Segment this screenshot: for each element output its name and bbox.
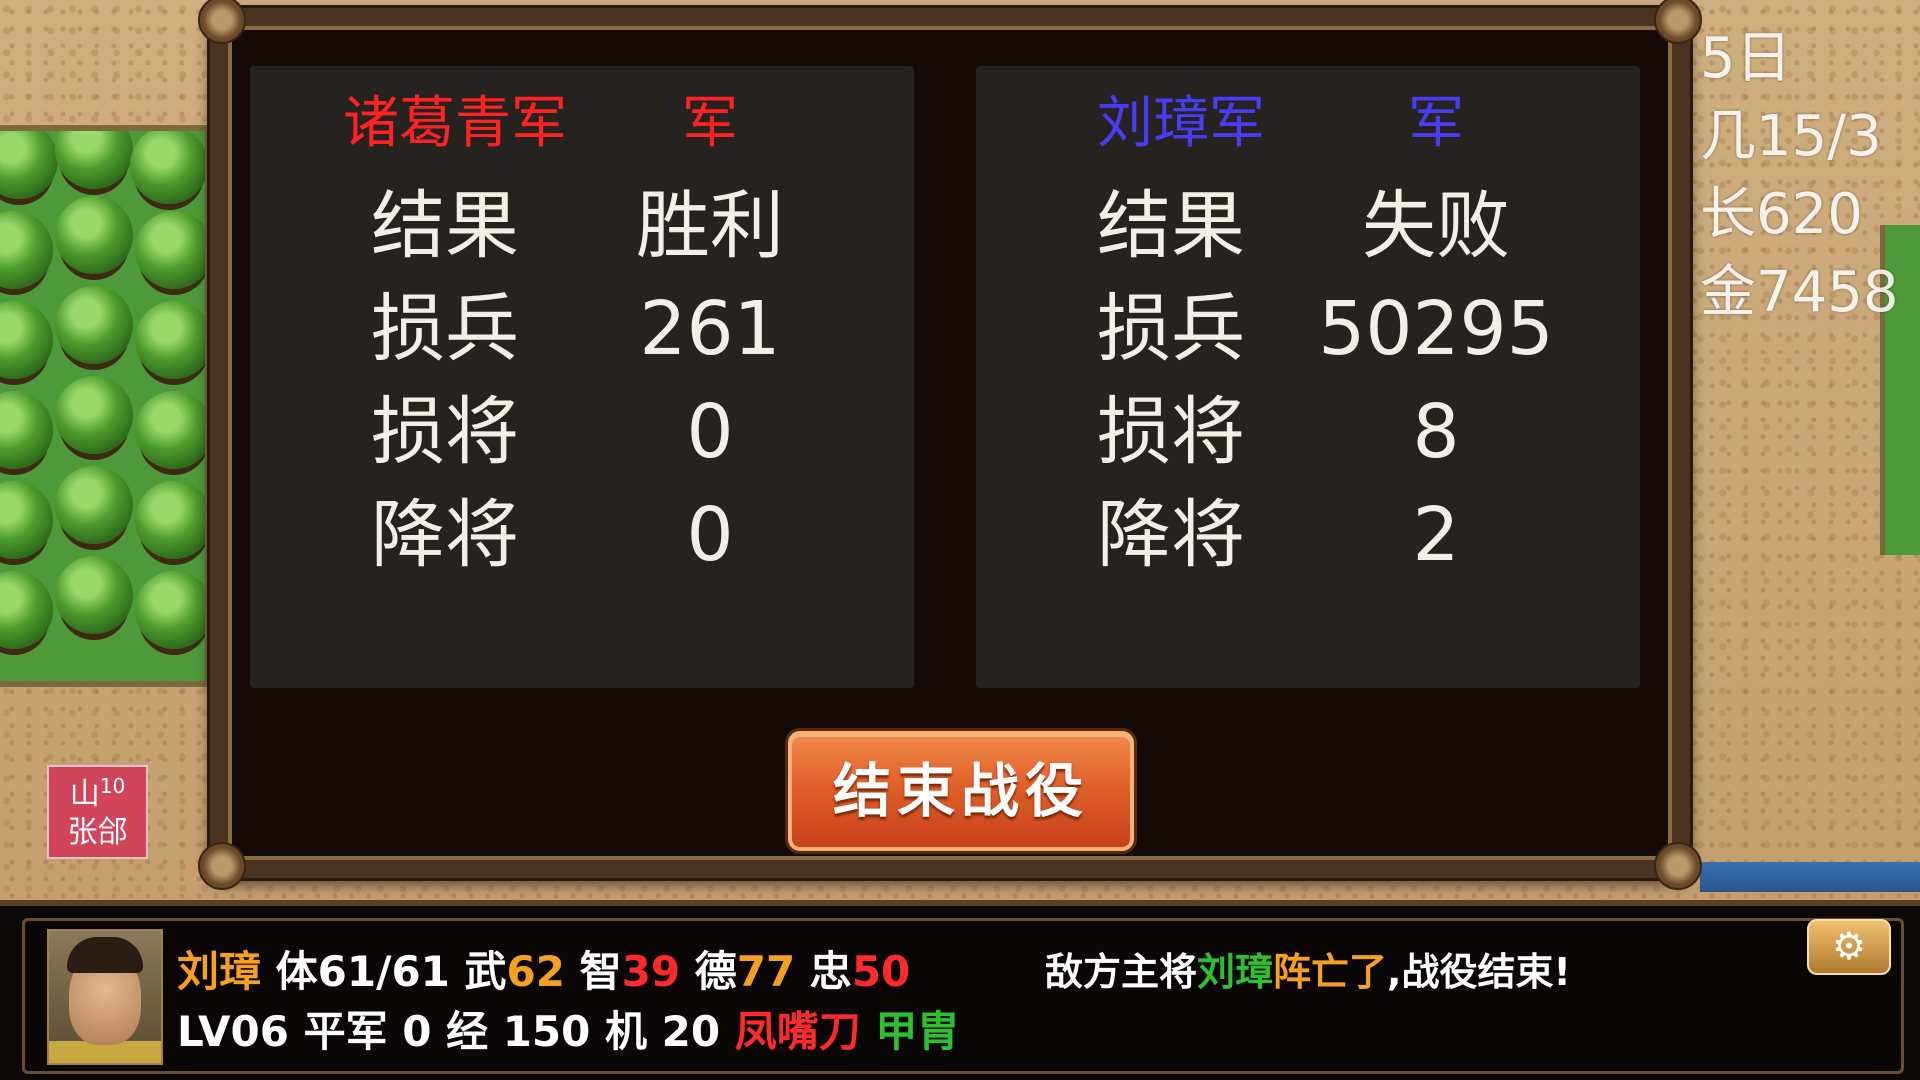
- side-info-line: 长620: [1700, 182, 1863, 247]
- player-army-result-panel: 诸葛青军 军 结果 胜利 损兵 261 损将 0 降将 0: [250, 66, 914, 688]
- army-name: 诸葛青军: [343, 91, 567, 156]
- tree-icon: [130, 131, 205, 204]
- stat-value: 失败: [1362, 183, 1510, 269]
- exp-value: 150: [502, 1007, 591, 1056]
- settings-button[interactable]: ⚙: [1807, 919, 1891, 975]
- stat-value: 50295: [1318, 286, 1554, 372]
- stat-value: 胜利: [636, 183, 784, 269]
- loyalty-value: 50: [851, 947, 911, 996]
- tree-icon: [55, 196, 133, 274]
- tree-icon: [135, 571, 205, 649]
- stat-row-result: 结果 失败: [976, 171, 1640, 281]
- mobility-value: 20: [661, 1007, 721, 1056]
- stat-row-result: 结果 胜利: [250, 171, 914, 281]
- gear-icon: ⚙: [1831, 924, 1867, 968]
- end-battle-button[interactable]: 结束战役: [788, 731, 1134, 851]
- general-details-line: LV06 平军 0 经 150 机 20 凤嘴刀 甲胄: [177, 1003, 959, 1061]
- tree-icon: [0, 301, 53, 379]
- enemy-army-result-panel: 刘璋军 军 结果 失败 损兵 50295 损将 8 降将 2: [976, 66, 1640, 688]
- message-prefix: 敌方主将: [1045, 950, 1198, 994]
- unit-marker[interactable]: 山10 张郃: [47, 765, 148, 859]
- army-header: 诸葛青军 军: [250, 84, 914, 164]
- stat-row-generals-surrendered: 降将 2: [976, 480, 1640, 590]
- troop-value: 0: [402, 1007, 432, 1056]
- tree-icon: [55, 376, 133, 454]
- message-suffix: ,战役结束!: [1387, 950, 1571, 994]
- loyalty-label: 忠: [809, 947, 852, 996]
- weapon-name: 凤嘴刀: [734, 1007, 861, 1056]
- tree-icon: [55, 286, 133, 364]
- war-value: 62: [506, 947, 565, 996]
- message-general-name: 刘璋: [1197, 950, 1274, 994]
- message-event: 阵亡了: [1273, 950, 1388, 994]
- virtue-value: 77: [736, 947, 796, 996]
- stat-label: 结果: [371, 183, 519, 269]
- frame-corner-ornament: [1654, 842, 1702, 890]
- general-stats-line: 刘璋 体61/61 武62 智39 德77 忠50: [177, 943, 910, 1001]
- stat-label: 损兵: [1097, 286, 1245, 372]
- tree-icon: [55, 131, 133, 189]
- hp-label: 体: [275, 947, 318, 996]
- terrain-label: 山: [69, 777, 100, 812]
- stat-row-generals-surrendered: 降将 0: [250, 480, 914, 590]
- unit-name: 张郃: [67, 815, 128, 850]
- unit-level: 10: [99, 774, 126, 798]
- int-label: 智: [579, 947, 622, 996]
- stat-value: 8: [1412, 389, 1460, 475]
- side-info-panel: 5日 几15/3 长620 金7458: [1700, 20, 1900, 332]
- stat-value: 2: [1412, 492, 1460, 578]
- status-panel: 刘璋 体61/61 武62 智39 德77 忠50 LV06 平军 0 经 15…: [22, 918, 1904, 1074]
- tree-icon: [0, 131, 58, 199]
- general-name: 刘璋: [177, 947, 262, 996]
- tree-icon: [135, 211, 205, 289]
- stat-row-generals-lost: 损将 8: [976, 377, 1640, 487]
- tree-icon: [0, 571, 53, 649]
- general-portrait[interactable]: [47, 929, 163, 1065]
- tree-icon: [0, 391, 53, 469]
- hp-value: 61/61: [317, 947, 450, 996]
- int-value: 39: [621, 947, 681, 996]
- stat-label: 结果: [1097, 183, 1245, 269]
- mobility-label: 机: [605, 1007, 648, 1056]
- stat-label: 降将: [1097, 492, 1245, 578]
- date-text: 5日: [1700, 26, 1792, 91]
- tree-icon: [55, 556, 133, 634]
- virtue-label: 德: [694, 947, 737, 996]
- stat-row-troops-lost: 损兵 50295: [976, 274, 1640, 384]
- stat-label: 损将: [1097, 389, 1245, 475]
- stat-label: 降将: [371, 492, 519, 578]
- side-info-line: 几15/3: [1700, 104, 1882, 169]
- battle-message: 敌方主将刘璋阵亡了,战役结束!: [1045, 943, 1571, 1001]
- tree-icon: [135, 481, 205, 559]
- exp-label: 经: [446, 1007, 489, 1056]
- tree-icon: [0, 481, 53, 559]
- stat-row-troops-lost: 损兵 261: [250, 274, 914, 384]
- stat-value: 0: [686, 492, 734, 578]
- river-terrain: [1700, 862, 1920, 892]
- tree-icon: [135, 301, 205, 379]
- war-label: 武: [464, 947, 507, 996]
- stat-label: 损兵: [371, 286, 519, 372]
- army-name: 刘璋军: [1097, 91, 1265, 156]
- army-header: 刘璋军 军: [976, 84, 1640, 164]
- army-suffix: 军: [682, 91, 738, 156]
- stat-row-generals-lost: 损将 0: [250, 377, 914, 487]
- forest-terrain: [0, 125, 211, 687]
- battle-result-dialog: 诸葛青军 军 结果 胜利 损兵 261 损将 0 降将 0 刘璋军 军 结果 失…: [198, 0, 1702, 890]
- stat-value: 0: [686, 389, 734, 475]
- tree-icon: [0, 211, 53, 289]
- level-value: LV06: [177, 1007, 289, 1056]
- armor-name: 甲胄: [875, 1007, 960, 1056]
- tree-icon: [55, 466, 133, 544]
- frame-corner-ornament: [198, 842, 246, 890]
- general-status-bar: 刘璋 体61/61 武62 智39 德77 忠50 LV06 平军 0 经 15…: [0, 900, 1920, 1080]
- stat-label: 损将: [371, 389, 519, 475]
- frame-corner-ornament: [198, 0, 246, 44]
- stat-value: 261: [639, 286, 781, 372]
- gold-text: 金7458: [1700, 260, 1899, 325]
- army-suffix: 军: [1408, 91, 1464, 156]
- troop-type: 平军: [303, 1007, 388, 1056]
- tree-icon: [135, 391, 205, 469]
